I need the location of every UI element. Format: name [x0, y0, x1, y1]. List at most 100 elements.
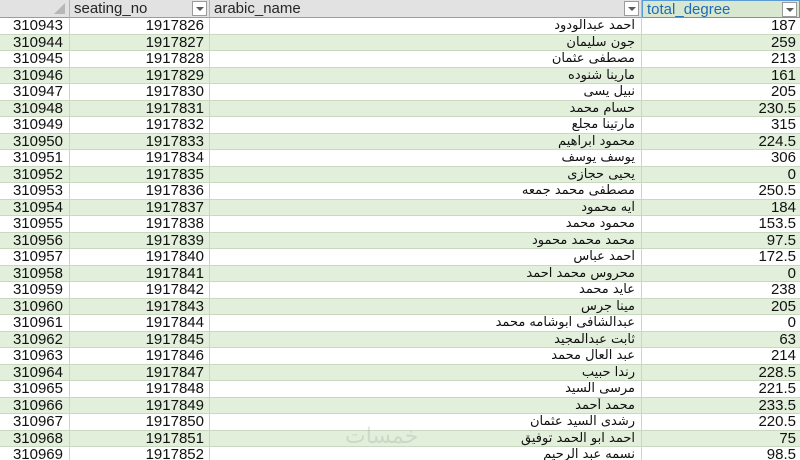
total-degree-cell[interactable]: 75: [642, 431, 800, 447]
arabic-name-cell[interactable]: احمد عباس: [210, 249, 642, 265]
arabic-name-cell[interactable]: احمد عبدالودود: [210, 18, 642, 34]
row-index-cell[interactable]: 310949: [0, 117, 70, 133]
index-header[interactable]: [0, 0, 70, 18]
seating-no-cell[interactable]: 1917847: [70, 364, 210, 381]
seating-no-cell[interactable]: 1917848: [70, 381, 210, 397]
total-degree-cell[interactable]: 221.5: [642, 381, 800, 397]
seating-no-cell[interactable]: 1917836: [70, 183, 210, 199]
arabic-name-cell[interactable]: محمود محمد: [210, 216, 642, 232]
row-index-cell[interactable]: 310960: [0, 298, 70, 315]
arabic-name-cell[interactable]: محمد محمد محمود: [210, 232, 642, 249]
table-row[interactable]: 310952 1917835 يحيى حجازى 0: [0, 166, 800, 183]
arabic-name-cell[interactable]: محمود ابراهيم: [210, 133, 642, 150]
table-row[interactable]: 310946 1917829 مارينا شنوده 161: [0, 67, 800, 84]
seating-no-cell[interactable]: 1917845: [70, 331, 210, 348]
row-index-cell[interactable]: 310954: [0, 199, 70, 216]
total-degree-cell[interactable]: 63: [642, 332, 800, 348]
seating-no-cell[interactable]: 1917835: [70, 166, 210, 183]
total-degree-cell[interactable]: 250.5: [642, 183, 800, 199]
row-index-cell[interactable]: 310969: [0, 447, 70, 460]
row-index-cell[interactable]: 310964: [0, 364, 70, 381]
row-index-cell[interactable]: 310968: [0, 430, 70, 447]
total-degree-cell[interactable]: 238: [642, 282, 800, 298]
arabic-name-cell[interactable]: يحيى حجازى: [210, 166, 642, 183]
seating-no-cell[interactable]: 1917827: [70, 34, 210, 51]
table-row[interactable]: 310943 1917826 احمد عبدالودود 187: [0, 18, 800, 35]
table-row[interactable]: 310951 1917834 يوسف يوسف 306: [0, 150, 800, 167]
table-row[interactable]: 310965 1917848 مرسى السيد 221.5: [0, 381, 800, 398]
header-arabic-name[interactable]: arabic_name: [210, 0, 642, 18]
total-degree-cell[interactable]: 205: [642, 299, 800, 315]
total-degree-cell[interactable]: 98.5: [642, 447, 800, 460]
arabic-name-cell[interactable]: مصطفى عثمان: [210, 51, 642, 67]
arabic-name-cell[interactable]: مصطفى محمد جمعه: [210, 183, 642, 199]
seating-no-cell[interactable]: 1917849: [70, 397, 210, 414]
seating-no-cell[interactable]: 1917828: [70, 51, 210, 67]
arabic-name-cell[interactable]: مرسى السيد: [210, 381, 642, 397]
arabic-name-cell[interactable]: احمد ابو الحمد توفيق: [210, 430, 642, 447]
seating-no-cell[interactable]: 1917851: [70, 430, 210, 447]
seating-no-cell[interactable]: 1917834: [70, 150, 210, 166]
seating-no-cell[interactable]: 1917852: [70, 447, 210, 460]
arabic-name-cell[interactable]: عبدالشافى ابوشامه محمد: [210, 315, 642, 331]
row-index-cell[interactable]: 310955: [0, 216, 70, 232]
row-index-cell[interactable]: 310966: [0, 397, 70, 414]
arabic-name-cell[interactable]: جون سليمان: [210, 34, 642, 51]
total-degree-cell[interactable]: 184: [642, 200, 800, 216]
row-index-cell[interactable]: 310943: [0, 18, 70, 34]
total-degree-cell[interactable]: 233.5: [642, 398, 800, 414]
table-row[interactable]: 310969 1917852 نسمه عبد الرحيم 98.5: [0, 447, 800, 460]
arabic-name-cell[interactable]: مارتينا مجلع: [210, 117, 642, 133]
total-degree-cell[interactable]: 315: [642, 117, 800, 133]
seating-no-filter-dropdown-icon[interactable]: [192, 1, 207, 16]
seating-no-cell[interactable]: 1917842: [70, 282, 210, 298]
total-degree-cell[interactable]: 259: [642, 35, 800, 51]
arabic-name-cell[interactable]: رشدى السيد عثمان: [210, 414, 642, 430]
seating-no-cell[interactable]: 1917850: [70, 414, 210, 430]
total-degree-cell[interactable]: 214: [642, 348, 800, 364]
total-degree-cell[interactable]: 0: [642, 315, 800, 331]
table-row[interactable]: 310963 1917846 عبد العال محمد 214: [0, 348, 800, 365]
table-row[interactable]: 310953 1917836 مصطفى محمد جمعه 250.5: [0, 183, 800, 200]
arabic-name-cell[interactable]: محروس محمد احمد: [210, 265, 642, 282]
total-degree-cell[interactable]: 306: [642, 150, 800, 166]
row-index-cell[interactable]: 310945: [0, 51, 70, 67]
table-row[interactable]: 310944 1917827 جون سليمان 259: [0, 34, 800, 51]
arabic-name-cell[interactable]: يوسف يوسف: [210, 150, 642, 166]
table-row[interactable]: 310962 1917845 ثابت عبدالمجيد 63: [0, 331, 800, 348]
total-degree-cell[interactable]: 230.5: [642, 101, 800, 117]
header-seating-no[interactable]: seating_no: [70, 0, 210, 18]
table-row[interactable]: 310947 1917830 نبيل يسى 205: [0, 84, 800, 101]
row-index-cell[interactable]: 310962: [0, 331, 70, 348]
total-degree-cell[interactable]: 187: [642, 18, 800, 34]
table-row[interactable]: 310945 1917828 مصطفى عثمان 213: [0, 51, 800, 68]
arabic-name-cell[interactable]: مينا جرس: [210, 298, 642, 315]
table-row[interactable]: 310967 1917850 رشدى السيد عثمان 220.5: [0, 414, 800, 431]
seating-no-cell[interactable]: 1917837: [70, 199, 210, 216]
table-row[interactable]: 310959 1917842 عايد محمد 238: [0, 282, 800, 299]
seating-no-cell[interactable]: 1917831: [70, 100, 210, 117]
table-row[interactable]: 310949 1917832 مارتينا مجلع 315: [0, 117, 800, 134]
table-row[interactable]: 310961 1917844 عبدالشافى ابوشامه محمد 0: [0, 315, 800, 332]
table-row[interactable]: 310950 1917833 محمود ابراهيم 224.5: [0, 133, 800, 150]
seating-no-cell[interactable]: 1917843: [70, 298, 210, 315]
row-index-cell[interactable]: 310950: [0, 133, 70, 150]
row-index-cell[interactable]: 310952: [0, 166, 70, 183]
row-index-cell[interactable]: 310956: [0, 232, 70, 249]
total-degree-cell[interactable]: 224.5: [642, 134, 800, 150]
row-index-cell[interactable]: 310953: [0, 183, 70, 199]
seating-no-cell[interactable]: 1917844: [70, 315, 210, 331]
table-row[interactable]: 310956 1917839 محمد محمد محمود 97.5: [0, 232, 800, 249]
row-index-cell[interactable]: 310947: [0, 84, 70, 100]
arabic-name-cell[interactable]: ثابت عبدالمجيد: [210, 331, 642, 348]
row-index-cell[interactable]: 310957: [0, 249, 70, 265]
total-degree-cell[interactable]: 220.5: [642, 414, 800, 430]
seating-no-cell[interactable]: 1917830: [70, 84, 210, 100]
row-index-cell[interactable]: 310946: [0, 67, 70, 84]
seating-no-cell[interactable]: 1917826: [70, 18, 210, 34]
table-row[interactable]: 310960 1917843 مينا جرس 205: [0, 298, 800, 315]
arabic-name-cell[interactable]: رندا حبيب: [210, 364, 642, 381]
row-index-cell[interactable]: 310963: [0, 348, 70, 364]
table-row[interactable]: 310957 1917840 احمد عباس 172.5: [0, 249, 800, 266]
seating-no-cell[interactable]: 1917840: [70, 249, 210, 265]
